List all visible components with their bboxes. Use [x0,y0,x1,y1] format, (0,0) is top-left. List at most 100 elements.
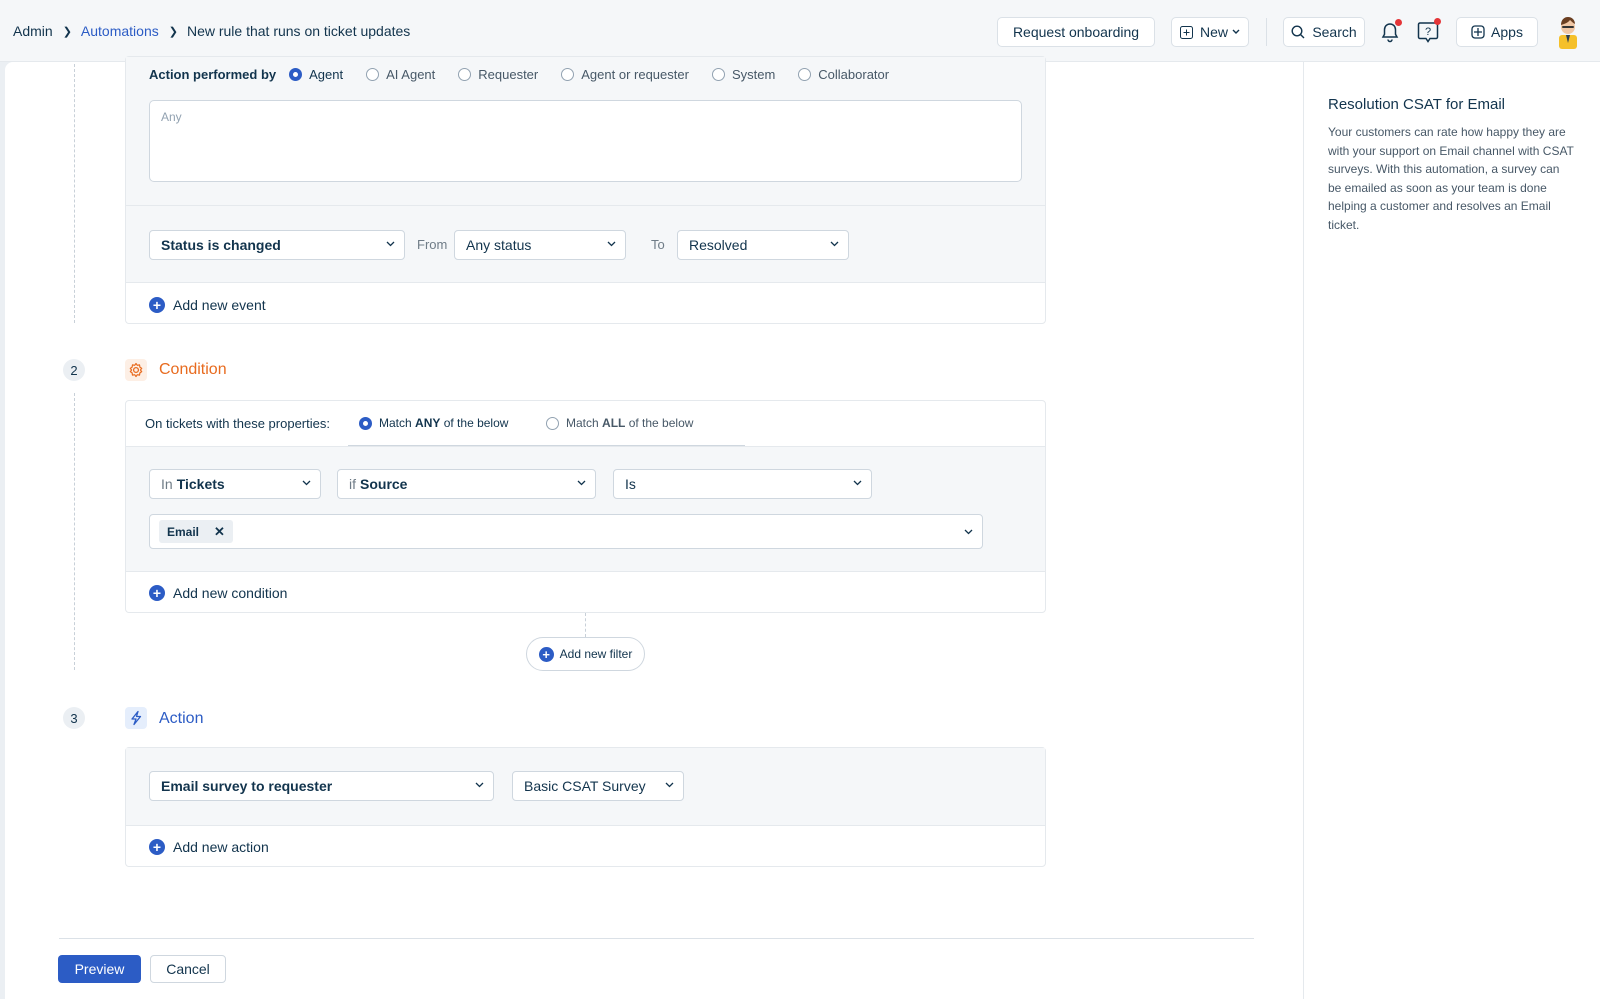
chevron-down-icon [302,480,311,486]
top-bar: Admin ❯ Automations ❯ New rule that runs… [0,0,1600,62]
chevron-down-icon [577,480,586,486]
radio-label: Agent [309,67,344,82]
plus-circle-icon: + [149,297,165,313]
in-select[interactable]: In Tickets [149,469,321,499]
event-type-select[interactable]: Status is changed [149,230,405,260]
agent-picker-placeholder: Any [161,110,182,124]
cancel-button[interactable]: Cancel [150,955,226,983]
apps-icon [1471,25,1485,39]
add-new-condition-label: Add new condition [173,585,288,601]
radio-circle [798,68,812,81]
chevron-down-icon [830,241,839,247]
step-connector [74,64,75,323]
add-new-filter-label: Add new filter [559,647,633,661]
from-status-select[interactable]: Any status [454,230,626,260]
if-field-select[interactable]: if Source [337,469,596,499]
radio-circle [289,68,303,81]
search-icon [1291,25,1305,39]
radio-circle [359,416,372,430]
chevron-down-icon [1232,29,1240,34]
email-chip: Email ✕ [159,520,233,543]
add-new-event-label: Add new event [173,297,266,313]
radio-system[interactable]: System [711,67,776,82]
plus-circle-icon: + [149,585,165,601]
add-new-condition-button[interactable]: + Add new condition [149,585,287,601]
condition-gear-icon [125,359,147,381]
match-any-radio[interactable]: Match ANY of the below [359,416,508,430]
condition-card: On tickets with these properties: Match … [125,400,1046,613]
step-connector [74,393,75,670]
chevron-down-icon [386,241,395,247]
notifications-bell-icon[interactable] [1377,19,1403,45]
from-status-value: Any status [466,237,532,253]
preview-button[interactable]: Preview [58,955,141,983]
operator-value: Is [625,476,636,492]
filter-connector [585,613,586,637]
radio-ai-agent[interactable]: AI Agent [366,67,435,82]
chevron-down-icon [607,241,616,247]
new-button[interactable]: New [1171,17,1249,47]
if-value: Source [360,476,408,492]
radio-agent-or-requester[interactable]: Agent or requester [561,67,689,82]
radio-requester[interactable]: Requester [458,67,538,82]
rule-editor: Action performed by Agent AI Agent Reque… [5,56,1303,999]
notification-dot [1395,19,1402,26]
performed-by-label: Action performed by [149,67,277,82]
avatar[interactable] [1553,15,1583,49]
radio-circle [546,416,559,430]
radio-circle [561,68,575,81]
performed-by-row: Action performed by Agent AI Agent Reque… [149,67,889,82]
footer-divider [59,938,1254,939]
match-any-label: Match ANY of the below [379,416,509,430]
breadcrumb: Admin ❯ Automations ❯ New rule that runs… [13,23,410,39]
source-value-multiselect[interactable]: Email ✕ [149,514,983,549]
radio-circle [458,68,472,81]
match-all-radio[interactable]: Match ALL of the below [546,416,693,430]
condition-filter-section: In Tickets if Source Is Email ✕ [126,446,1045,572]
radio-agent[interactable]: Agent [289,67,343,82]
close-icon[interactable]: ✕ [214,524,225,540]
help-side-panel: Resolution CSAT for Email Your customers… [1303,62,1600,999]
operator-select[interactable]: Is [613,469,872,499]
agent-picker-field[interactable]: Any [149,100,1022,182]
if-prefix: if [349,476,356,492]
request-onboarding-button[interactable]: Request onboarding [997,17,1155,47]
performed-by-section: Action performed by Agent AI Agent Reque… [126,57,1045,206]
help-dot [1434,18,1441,25]
action-card: Email survey to requester Basic CSAT Sur… [125,747,1046,867]
radio-label: Collaborator [818,67,890,82]
action-title: Action [159,710,204,727]
survey-select[interactable]: Basic CSAT Survey [512,771,684,801]
add-new-event-button[interactable]: + Add new event [149,297,266,313]
chevron-right-icon: ❯ [62,25,72,38]
in-value: Tickets [176,476,225,492]
side-panel-description: Your customers can rate how happy they a… [1328,125,1574,232]
radio-label: System [731,67,776,82]
plus-circle-icon: + [149,839,165,855]
step-number: 3 [63,707,85,729]
radio-collaborator[interactable]: Collaborator [798,67,889,82]
survey-value: Basic CSAT Survey [524,778,646,794]
svg-text:?: ? [1425,26,1431,38]
to-label: To [651,237,665,252]
event-type-value: Status is changed [161,237,281,253]
radio-circle [711,68,725,81]
add-new-filter-button[interactable]: + Add new filter [526,637,645,671]
apps-button[interactable]: Apps [1456,17,1538,47]
in-prefix: In [161,476,173,492]
action-type-select[interactable]: Email survey to requester [149,771,494,801]
plus-circle-icon: + [538,646,554,662]
divider [1266,18,1267,46]
breadcrumb-admin[interactable]: Admin [13,23,53,39]
step-number: 2 [63,359,85,381]
radio-label: AI Agent [386,67,436,82]
breadcrumb-automations[interactable]: Automations [81,23,159,39]
chevron-down-icon [475,782,484,788]
search-button[interactable]: Search [1283,17,1365,47]
add-new-action-button[interactable]: + Add new action [149,839,269,855]
help-icon[interactable]: ? [1415,18,1441,45]
chevron-right-icon: ❯ [168,25,178,38]
to-status-select[interactable]: Resolved [677,230,849,260]
match-all-label: Match ALL of the below [566,416,694,430]
to-status-value: Resolved [689,237,748,253]
